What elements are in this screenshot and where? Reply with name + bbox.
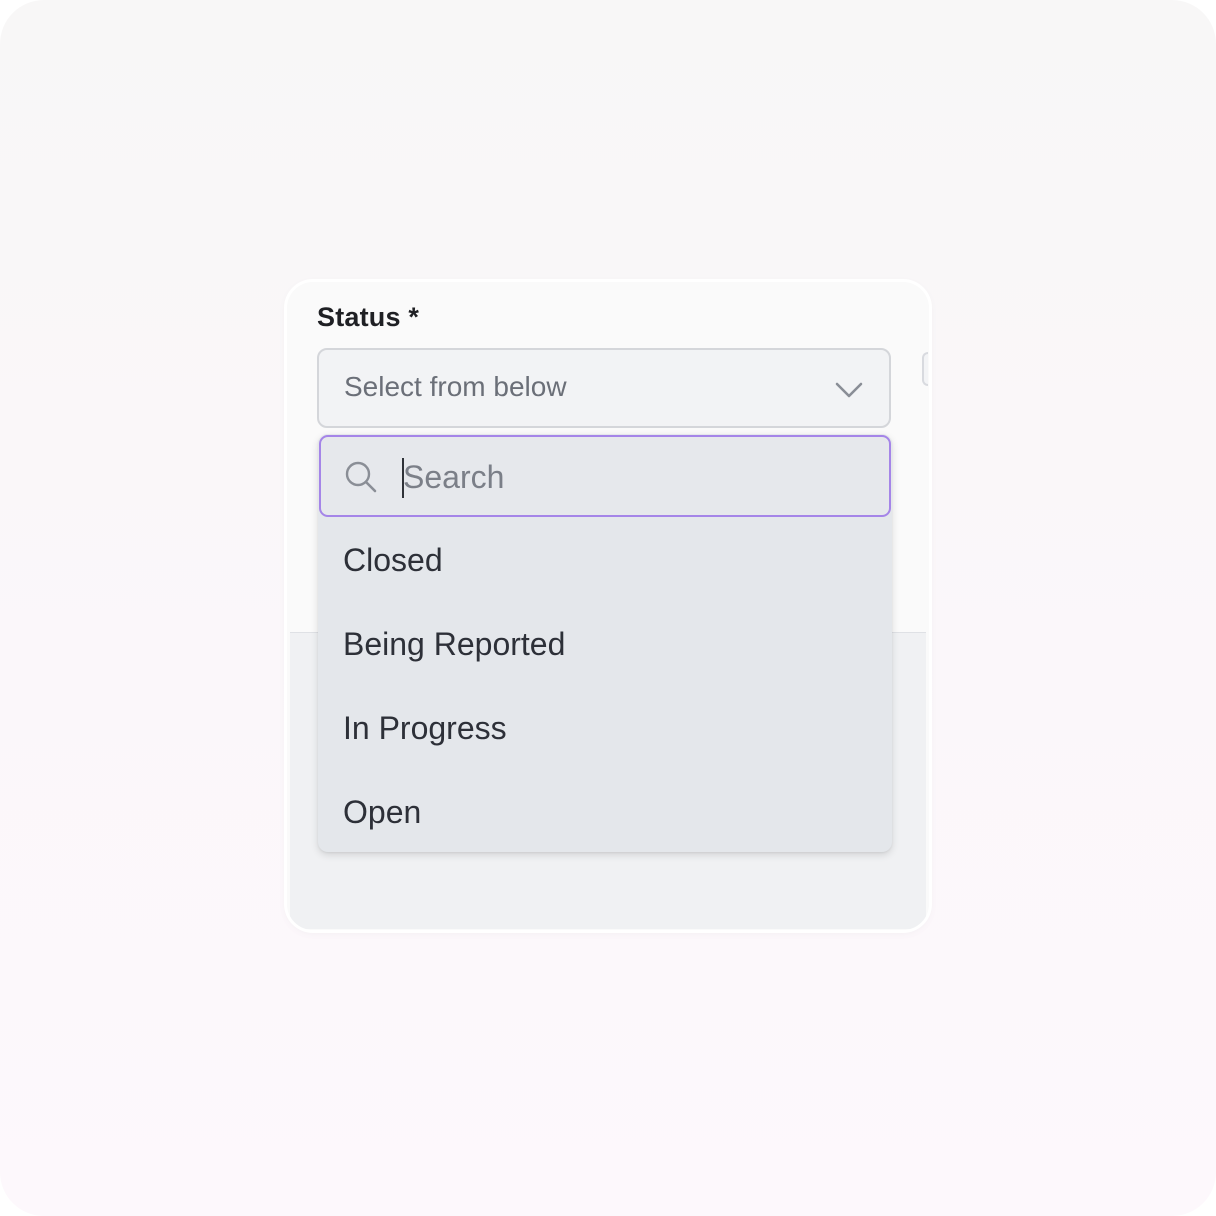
status-dropdown-menu: Closed Being Reported In Progress Open	[318, 434, 892, 852]
option-in-progress[interactable]: In Progress	[318, 686, 892, 770]
option-open[interactable]: Open	[318, 770, 892, 854]
option-label: Open	[343, 794, 422, 830]
option-label: In Progress	[343, 710, 507, 746]
search-input[interactable]	[401, 455, 873, 499]
option-closed[interactable]: Closed	[318, 518, 892, 602]
text-caret	[402, 458, 404, 498]
option-being-reported[interactable]: Being Reported	[318, 602, 892, 686]
search-box[interactable]	[319, 435, 891, 517]
status-select[interactable]: Select from below	[317, 348, 891, 428]
app-background: Status * Select from below Closed Being …	[0, 0, 1216, 1216]
search-icon	[345, 461, 377, 493]
adjacent-field-edge	[922, 352, 928, 386]
option-label: Being Reported	[343, 626, 566, 662]
chevron-down-icon	[835, 382, 863, 398]
status-field-label: Status *	[317, 302, 420, 332]
option-label: Closed	[343, 542, 443, 578]
select-placeholder: Select from below	[344, 371, 567, 402]
